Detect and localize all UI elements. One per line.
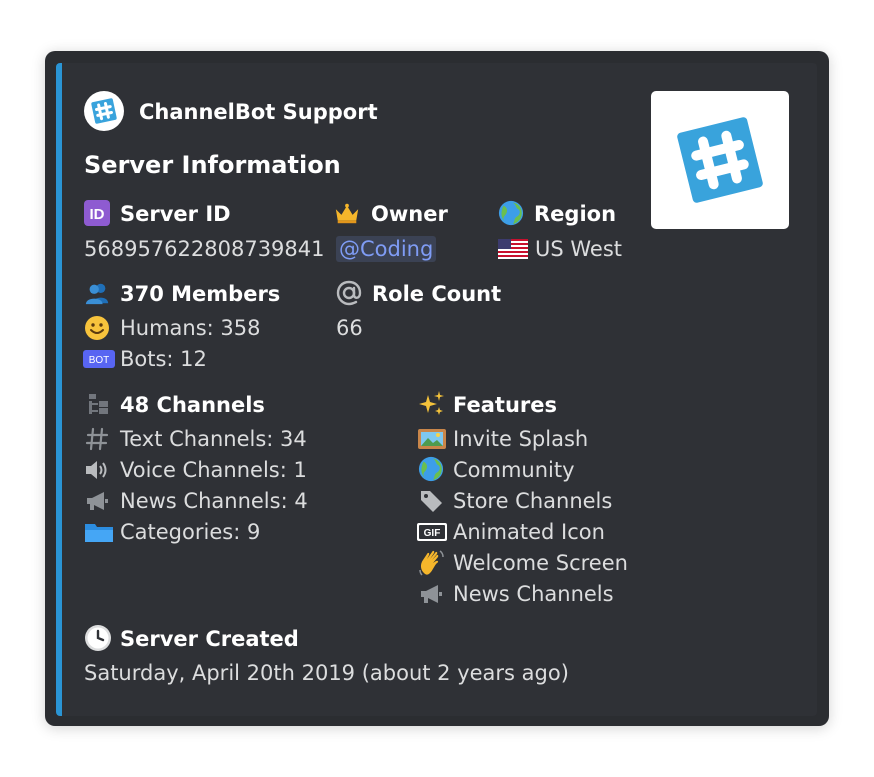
server-created-value: Saturday, April 20th 2019 (about 2 years… — [84, 661, 569, 685]
hashtag-logo-icon — [677, 117, 763, 203]
server-id-value: 568957622808739841 — [84, 237, 325, 261]
server-id-label: Server ID — [120, 202, 231, 226]
globe-icon — [498, 200, 524, 226]
members-label: 370 Members — [120, 282, 281, 306]
region-value: US West — [535, 237, 623, 261]
feature-news-channels: News Channels — [453, 582, 614, 606]
bots-count: Bots: 12 — [120, 347, 207, 371]
us-flag-icon — [498, 236, 528, 262]
author-name[interactable]: ChannelBot Support — [139, 99, 378, 125]
features-label: Features — [453, 393, 557, 417]
categories-count: Categories: 9 — [120, 520, 261, 544]
svg-text:ID: ID — [90, 206, 105, 223]
hashtag-logo-icon — [91, 98, 117, 124]
folder-icon — [84, 519, 114, 545]
role-count-label: Role Count — [372, 282, 502, 306]
waving-hand-icon — [417, 548, 447, 578]
globe-icon — [418, 456, 444, 482]
feature-store-channels: Store Channels — [453, 489, 613, 513]
embed-title: Server Information — [84, 151, 341, 179]
owner-label: Owner — [371, 202, 448, 226]
author-avatar[interactable] — [84, 91, 124, 131]
id-badge-icon: ID — [84, 200, 110, 226]
server-created-label: Server Created — [120, 627, 299, 651]
gif-icon: GIF — [417, 522, 447, 542]
role-count-value: 66 — [336, 316, 363, 340]
feature-invite-splash: Invite Splash — [453, 427, 589, 451]
svg-text:BOT: BOT — [89, 355, 110, 366]
clock-icon — [84, 624, 112, 652]
news-channels-count: News Channels: 4 — [120, 489, 308, 513]
voice-channels-count: Voice Channels: 1 — [120, 458, 307, 482]
feature-welcome-screen: Welcome Screen — [453, 551, 628, 575]
hashtag-icon — [84, 426, 110, 452]
region-label: Region — [534, 202, 617, 226]
svg-text:GIF: GIF — [424, 528, 441, 539]
owner-mention[interactable]: @Coding — [336, 236, 437, 262]
feature-community: Community — [453, 458, 575, 482]
channels-label: 48 Channels — [120, 393, 265, 417]
tag-icon — [418, 488, 444, 514]
feature-animated-icon: Animated Icon — [453, 520, 605, 544]
megaphone-icon — [84, 488, 110, 514]
people-icon — [84, 280, 110, 306]
picture-icon — [417, 426, 447, 452]
text-channels-count: Text Channels: 34 — [120, 427, 307, 451]
megaphone-icon — [418, 581, 444, 607]
humans-count: Humans: 358 — [120, 316, 261, 340]
bot-tag-icon: BOT — [83, 346, 115, 372]
channel-tree-icon — [86, 391, 112, 417]
crown-icon — [334, 200, 360, 226]
at-sign-icon — [336, 280, 362, 306]
server-thumbnail[interactable] — [651, 91, 789, 229]
sparkles-icon — [416, 390, 446, 416]
smiley-icon — [84, 315, 110, 341]
speaker-icon — [84, 457, 110, 483]
